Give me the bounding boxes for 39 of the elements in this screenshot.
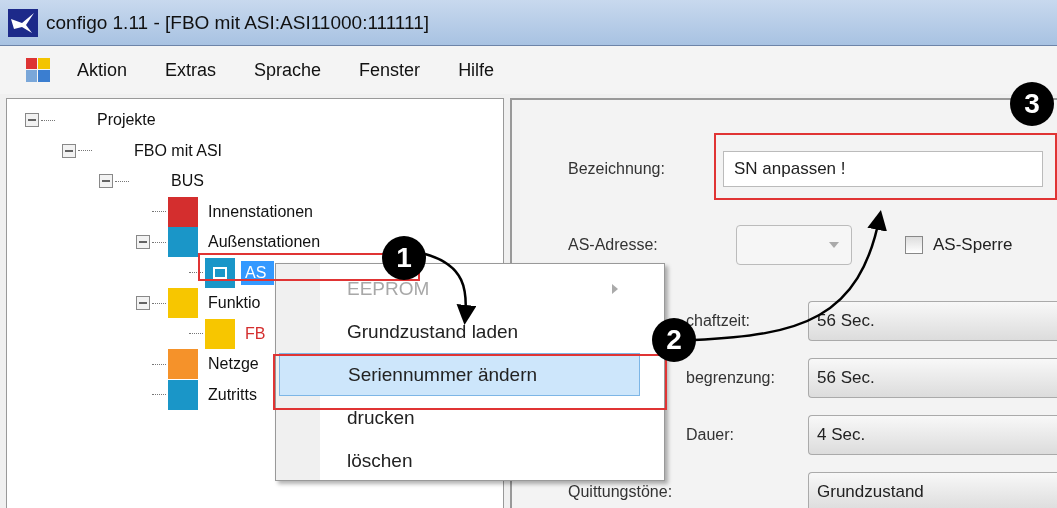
field-label: Bezeichnung: (568, 160, 666, 178)
field-label: chaftzeit: (686, 311, 752, 330)
lock-checkbox[interactable] (905, 236, 923, 254)
context-menu-item[interactable]: Grundzustand laden (279, 310, 640, 353)
tree-item[interactable]: Funktio (204, 291, 265, 316)
checkbox-label: AS-Sperre (933, 235, 1013, 255)
collapse-icon[interactable] (136, 296, 150, 311)
context-menu-item[interactable]: Seriennummer ändern (279, 353, 640, 396)
collapse-icon[interactable] (25, 113, 39, 128)
field-label: AS-Adresse: (568, 236, 659, 254)
collapse-icon[interactable] (99, 174, 113, 189)
menu-item[interactable]: Fenster (359, 59, 421, 81)
dropdown-arrow-icon (829, 242, 839, 248)
tree-item[interactable]: Innenstationen (204, 199, 317, 224)
tree-item[interactable]: BUS (167, 169, 208, 194)
collapse-icon[interactable] (62, 143, 76, 158)
context-menu-item[interactable]: drucken (279, 396, 640, 439)
value-dropdown[interactable]: 4 Sec. (808, 414, 1057, 455)
tree-item[interactable]: Außenstationen (204, 230, 325, 255)
menu-item[interactable]: Extras (165, 59, 217, 81)
tree-item[interactable]: Zutritts (204, 382, 261, 407)
menu-item[interactable]: Aktion (77, 59, 128, 81)
tree-item[interactable]: Projekte (93, 108, 160, 133)
window-title: configo 1.11 - [FBO mit ASI:ASI11000:111111] (46, 11, 430, 34)
tree-item[interactable]: FB (241, 321, 270, 346)
field-label: begrenzung: (686, 368, 776, 387)
field-label: Dauer: (686, 425, 736, 444)
app-menu-icon[interactable] (25, 57, 51, 83)
value-dropdown[interactable]: Grundzustand (808, 471, 1057, 508)
context-menu-item[interactable]: löschen (279, 439, 640, 482)
name-field[interactable]: SN anpassen ! (723, 151, 1043, 187)
menu-item[interactable]: Sprache (254, 59, 322, 81)
bird-icon (8, 8, 38, 37)
collapse-icon[interactable] (136, 235, 150, 250)
tree-item[interactable]: FBO mit ASI (130, 138, 226, 163)
menu-item[interactable]: Hilfe (458, 59, 495, 81)
value-dropdown[interactable]: 56 Sec. (808, 357, 1057, 398)
tree-item[interactable]: Netzge (204, 352, 263, 377)
field-label: Quittungstöne: (568, 482, 674, 501)
